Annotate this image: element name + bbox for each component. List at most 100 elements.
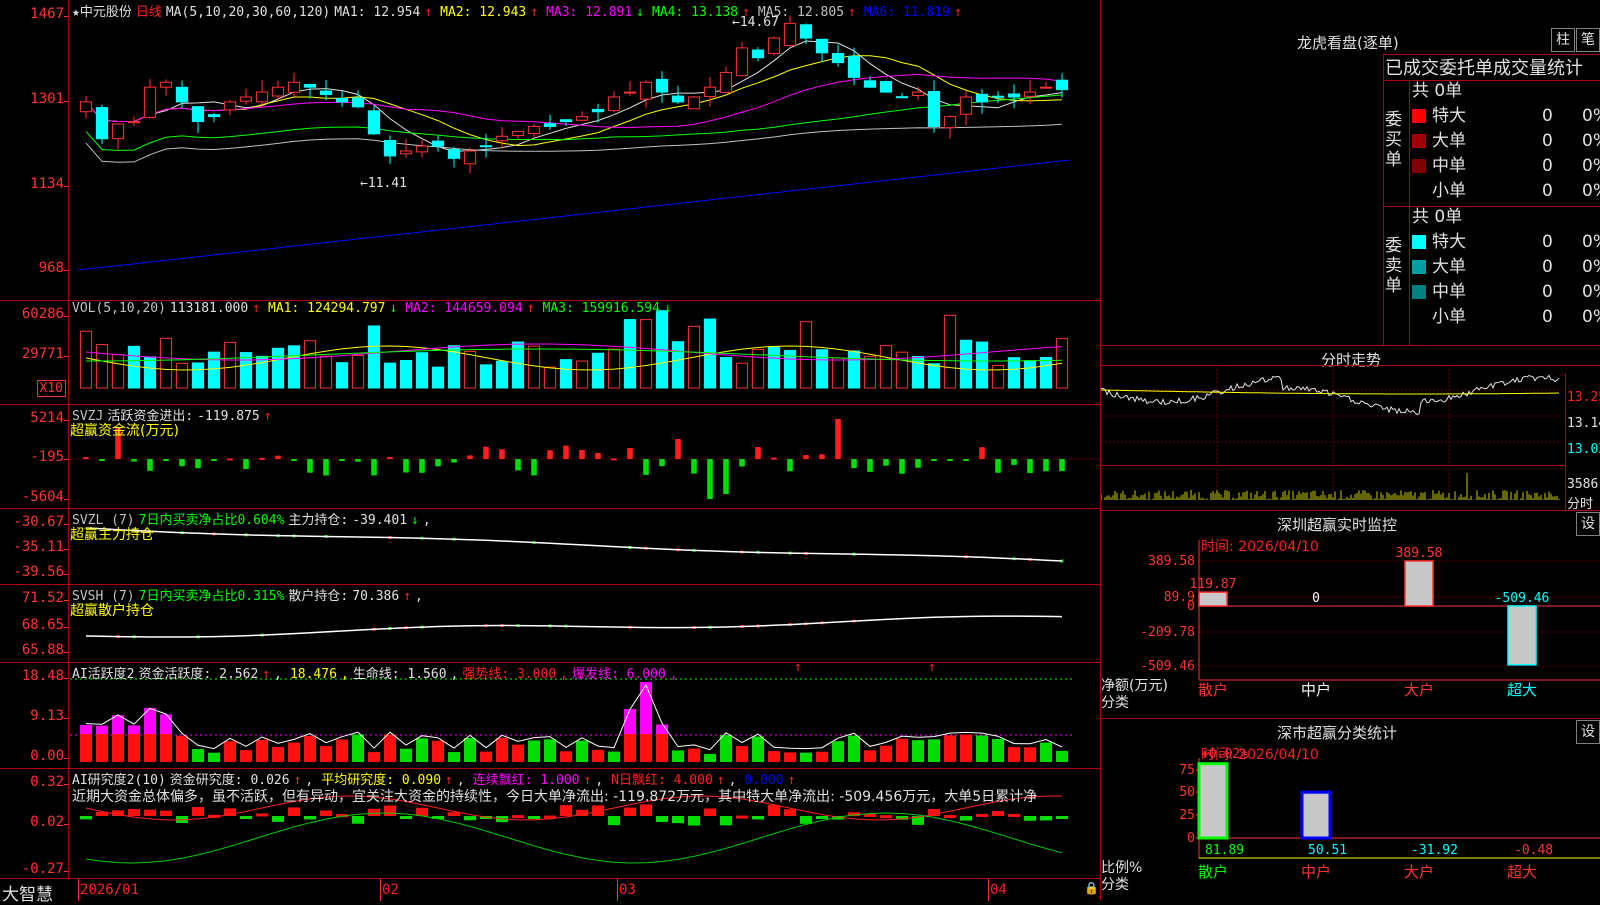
activity-bar <box>256 739 268 762</box>
activity-bar <box>272 746 284 762</box>
svzj-pane[interactable]: 5214 -195 -5604 SVZJ 活跃资金进出: -119.875 ↑ 超赢资… <box>0 404 1100 509</box>
value-label: 81.89 <box>1205 843 1244 858</box>
activity-bar <box>816 751 828 762</box>
ratio-bar <box>1300 790 1332 840</box>
volume-bar <box>623 319 637 389</box>
ai-research-pane[interactable]: 0.32 0.02 -0.27 AI研究度2(10) 资金研究度: 0.026 ↑,… <box>0 768 1100 878</box>
activity-bar <box>784 752 796 762</box>
candle-body <box>959 96 973 115</box>
value-bar <box>1198 591 1228 607</box>
x-axis-label: 分类 <box>1101 695 1129 711</box>
activity-bar <box>608 751 620 762</box>
volume-bar <box>559 359 573 389</box>
candle-body <box>623 91 637 94</box>
flow-bar <box>1059 459 1065 472</box>
flow-bar <box>915 459 921 468</box>
candle-body <box>111 123 125 140</box>
activity-bar <box>432 740 444 762</box>
research-bar <box>448 812 460 816</box>
ma3-value: MA3: 12.891 ↓ <box>546 5 644 20</box>
research-bar <box>560 805 572 816</box>
activity-bar-top <box>112 715 124 734</box>
ratio-bar <box>1197 762 1229 840</box>
research-bar <box>128 808 140 816</box>
flow-bar <box>835 419 841 459</box>
sell-row: 特大00% <box>1412 230 1600 254</box>
candle-body <box>495 135 509 142</box>
legend-swatch <box>1412 134 1426 148</box>
flow-bar <box>371 459 377 476</box>
volume-bar <box>527 345 541 389</box>
flow-bar <box>771 457 777 460</box>
flow-bar <box>163 459 169 462</box>
candle-body <box>991 95 1005 98</box>
volume-bar <box>79 330 93 389</box>
category-label: 大户 <box>1404 681 1434 699</box>
research-bar <box>976 813 988 817</box>
volume-bar <box>639 319 653 389</box>
volume-bar <box>271 347 285 389</box>
svzl-pane[interactable]: -30.67 -35.11 -39.56 SVZL (7) 7日内买卖净占比0.6… <box>0 508 1100 585</box>
activity-bar-top <box>640 682 652 734</box>
research-bar <box>464 816 476 821</box>
legend-swatch <box>1412 310 1426 324</box>
tab-header: 已成交委托单成交量统计 <box>1385 58 1583 79</box>
candle-body <box>751 49 765 59</box>
volume-bar <box>383 362 397 389</box>
activity-bar <box>912 740 924 762</box>
candle-body <box>735 47 749 77</box>
candle-body <box>383 139 397 157</box>
flow-bar <box>451 459 457 463</box>
research-bar <box>960 816 972 821</box>
ma1-value: MA1: 12.954 ↑ <box>334 5 433 20</box>
period-label[interactable]: 日线 <box>136 5 162 20</box>
candle-body <box>863 80 877 88</box>
activity-bar <box>560 751 572 762</box>
sell-total: 共 0单 <box>1412 207 1463 227</box>
lock-icon[interactable]: 🔒 <box>1084 881 1099 895</box>
flow-bar <box>659 459 665 467</box>
tick-mode-button[interactable]: 笔 <box>1576 28 1600 52</box>
candle-body <box>479 145 493 148</box>
volume-bar <box>415 352 429 389</box>
candle-body <box>399 150 413 155</box>
activity-bar <box>224 741 236 762</box>
kline-pane[interactable]: 1467 1301 1134 968 ★中元股份 日线 MA(5,10,20,30,… <box>0 0 1100 301</box>
flow-bar <box>787 459 793 472</box>
category-label: 散户 <box>1198 863 1228 881</box>
volume-bar <box>479 364 493 389</box>
kline-chart[interactable] <box>0 0 1100 300</box>
price-line <box>1101 374 1560 416</box>
bar-mode-button[interactable]: 柱 <box>1551 28 1575 52</box>
ytick: 75 <box>1179 763 1195 778</box>
flow-bar <box>339 459 345 461</box>
candle-body <box>1039 86 1053 89</box>
activity-bar <box>752 736 764 762</box>
intraday-chart[interactable] <box>1101 345 1600 510</box>
volume-bar <box>943 314 957 389</box>
value-label: 50.51 <box>1308 843 1347 858</box>
research-bar <box>192 807 204 816</box>
volume-bar <box>767 346 781 389</box>
research-bar <box>272 816 284 822</box>
date-axis: 大智慧 2026/01 02 03 04 🔒 <box>0 878 1100 905</box>
volume-bar <box>463 350 477 389</box>
intraday-panel[interactable]: 分时走势 13.25 13.14 13.03 3586 分时 <box>1101 345 1600 512</box>
ytick: 389.58 <box>1148 554 1195 569</box>
ai-activity-pane[interactable]: 18.48 9.13 0.00 AI活跃度2 资金活跃度: 2.562 ↑, 18.4… <box>0 660 1100 769</box>
volume-bar <box>191 362 205 389</box>
signal-arrow: ↑ <box>928 660 936 675</box>
flow-bar <box>851 459 857 469</box>
research-bar <box>800 816 812 824</box>
ai1-d: 强势线: 3.000, <box>462 667 568 682</box>
research-bar <box>144 809 156 816</box>
volume-pane[interactable]: 60286 29771 X10 VOL(5,10,20) 113181.000 ↑ M… <box>0 300 1100 405</box>
candle-body <box>527 125 541 134</box>
top-label: +0.02% <box>1201 747 1248 762</box>
candle-body <box>639 81 653 100</box>
value-label: 0 <box>1312 591 1320 606</box>
vol-value: 113181.000 ↑ <box>169 301 261 316</box>
candle-body <box>895 96 909 99</box>
flow-bar <box>755 447 761 459</box>
svsh-pane[interactable]: 71.52 68.65 65.88 SVSH (7) 7日内买卖净占比0.315%… <box>0 584 1100 663</box>
